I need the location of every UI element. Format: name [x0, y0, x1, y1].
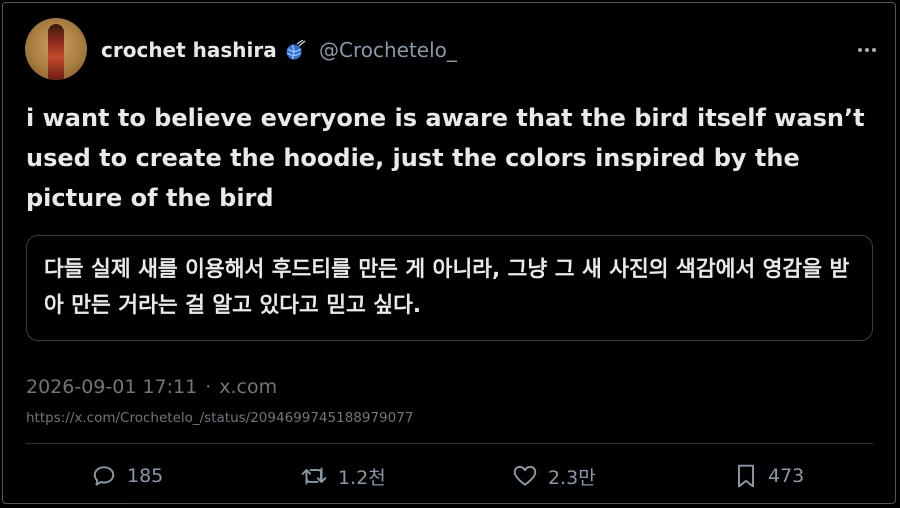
divider [26, 443, 873, 444]
repost-button[interactable]: 1.2천 [300, 462, 386, 490]
source-label: x.com [219, 376, 278, 398]
bookmark-button[interactable]: 473 [734, 462, 804, 490]
repost-icon [301, 467, 327, 485]
tweet-meta: 2026-09-01 17:11 · x.com [26, 376, 277, 398]
like-count: 2.3만 [548, 466, 596, 489]
meta-separator: · [205, 376, 212, 398]
display-name[interactable]: crochet hashira [101, 38, 277, 62]
translation-box: 다들 실제 새를 이용해서 후드티를 만든 게 아니라, 그냥 그 새 사진의 … [26, 235, 873, 341]
like-button[interactable]: 2.3만 [512, 462, 596, 490]
avatar[interactable] [25, 18, 87, 80]
translation-text: 다들 실제 새를 이용해서 후드티를 만든 게 아니라, 그냥 그 새 사진의 … [44, 257, 850, 318]
bookmark-count: 473 [768, 465, 805, 487]
reply-count: 185 [127, 465, 164, 487]
reply-button[interactable]: 185 [91, 462, 163, 490]
heart-icon [513, 465, 537, 486]
more-options-icon[interactable] [858, 44, 878, 56]
author-handle[interactable]: @Crochetelo_ [319, 38, 457, 62]
tweet-text: i want to believe everyone is aware that… [26, 104, 865, 212]
tweet-url[interactable]: https://x.com/Crochetelo_/status/2094699… [26, 410, 413, 426]
repost-count: 1.2천 [338, 466, 386, 489]
reply-icon [93, 466, 115, 486]
yarn-ball-icon [286, 40, 306, 60]
avatar-figure [48, 24, 64, 80]
bookmark-icon [737, 464, 755, 488]
timestamp[interactable]: 2026-09-01 17:11 [26, 376, 197, 398]
